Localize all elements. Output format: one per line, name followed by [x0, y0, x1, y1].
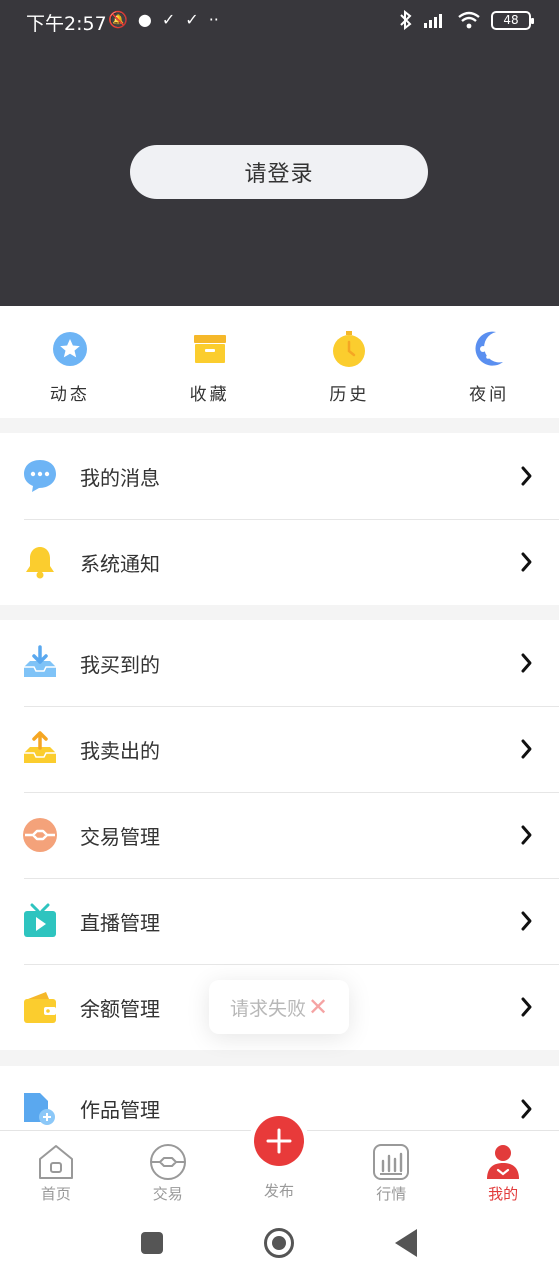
close-x-icon: ✕ [307, 993, 329, 1021]
more-dots-icon: ·· [208, 10, 219, 29]
quick-action-label: 收藏 [189, 385, 230, 405]
menu-item-live-management[interactable]: 直播管理 [0, 878, 559, 964]
stopwatch-icon [333, 331, 366, 367]
signal-icon [424, 14, 442, 28]
status-time: 下午2:57 [26, 13, 107, 35]
user-icon [487, 1145, 520, 1179]
menu-item-sold[interactable]: 我卖出的 [0, 706, 559, 792]
messages-group: 我的消息 系统通知 [0, 433, 559, 605]
menu-item-my-messages[interactable]: 我的消息 [0, 433, 559, 519]
wallet-icon [22, 989, 58, 1025]
menu-item-system-notice[interactable]: 系统通知 [0, 519, 559, 605]
chevron-right-icon [521, 1099, 532, 1119]
check-icon: ✓ [161, 10, 176, 29]
mute-icon: 🔕 [108, 10, 128, 29]
quick-action-label: 历史 [329, 385, 370, 405]
chevron-right-icon [521, 825, 532, 845]
menu-item-purchased[interactable]: 我买到的 [0, 620, 559, 706]
publish-button[interactable] [254, 1116, 304, 1166]
tab-label: 行情 [376, 1185, 407, 1203]
download-tray-icon [22, 645, 58, 681]
battery-indicator: 48 [491, 10, 534, 30]
menu-item-label: 交易管理 [80, 824, 160, 849]
message-notify-icon: ● [137, 10, 152, 29]
chevron-right-icon [521, 552, 532, 572]
profile-header: 下午2:57 🔕 ● ✓ ✓ ·· 48 请登录 [0, 0, 559, 306]
chevron-right-icon [521, 911, 532, 931]
chart-icon [373, 1144, 410, 1180]
tab-trade[interactable]: 交易 [112, 1131, 224, 1207]
document-add-icon [22, 1090, 58, 1126]
quick-action-night-mode[interactable]: 夜间 [419, 306, 559, 418]
chevron-right-icon [521, 997, 532, 1017]
upload-tray-icon [22, 731, 58, 767]
tab-label: 交易 [152, 1185, 183, 1203]
box-icon [193, 335, 226, 363]
quick-actions: 动态 收藏 历史 夜间 [0, 306, 559, 418]
login-button[interactable]: 请登录 [130, 145, 428, 199]
tab-label: 首页 [40, 1185, 71, 1203]
tab-mine[interactable]: 我的 [447, 1131, 559, 1207]
quick-action-label: 动态 [49, 385, 90, 405]
quick-action-dynamics[interactable]: 动态 [0, 306, 140, 418]
tv-play-icon [22, 903, 58, 939]
moon-icon [475, 331, 504, 366]
check-icon: ✓ [185, 10, 199, 29]
chevron-right-icon [521, 739, 532, 759]
publish-label: 发布 [263, 1182, 294, 1200]
bluetooth-icon [400, 10, 412, 30]
plus-icon [266, 1128, 292, 1154]
menu-item-label: 余额管理 [80, 996, 160, 1021]
chat-bubble-icon [22, 458, 58, 494]
quick-action-favorites[interactable]: 收藏 [140, 306, 280, 418]
status-notification-icons: 🔕 ● ✓ ✓ ·· [108, 10, 219, 29]
chevron-right-icon [521, 653, 532, 673]
wifi-icon [458, 11, 480, 29]
tab-market[interactable]: 行情 [335, 1131, 447, 1207]
quick-action-label: 夜间 [469, 385, 510, 405]
tab-label: 我的 [488, 1185, 519, 1203]
recent-apps-button[interactable] [141, 1232, 163, 1254]
menu-item-label: 我买到的 [80, 652, 160, 677]
menu-item-label: 我的消息 [80, 465, 160, 490]
home-nav-button[interactable] [264, 1228, 294, 1258]
menu-item-trade-management[interactable]: 交易管理 [0, 792, 559, 878]
status-bar: 下午2:57 🔕 ● ✓ ✓ ·· 48 [0, 0, 559, 44]
system-nav-bar [0, 1207, 559, 1280]
star-circle-icon [52, 332, 87, 366]
error-toast: 请求失败 ✕ [209, 980, 349, 1034]
menu-item-label: 直播管理 [80, 910, 160, 935]
tab-home[interactable]: 首页 [0, 1131, 112, 1207]
trade-circle-icon [149, 1144, 186, 1180]
menu-item-label: 作品管理 [80, 1098, 160, 1122]
bell-icon [22, 544, 58, 580]
quick-action-history[interactable]: 历史 [280, 306, 420, 418]
menu-item-label: 系统通知 [80, 551, 160, 576]
chevron-right-icon [521, 466, 532, 486]
menu-item-label: 我卖出的 [80, 738, 160, 763]
back-nav-button[interactable] [395, 1229, 417, 1257]
home-icon [38, 1145, 73, 1179]
status-right-icons: 48 [399, 10, 534, 30]
toast-text: 请求失败 [229, 997, 306, 1020]
trade-icon [22, 817, 58, 853]
